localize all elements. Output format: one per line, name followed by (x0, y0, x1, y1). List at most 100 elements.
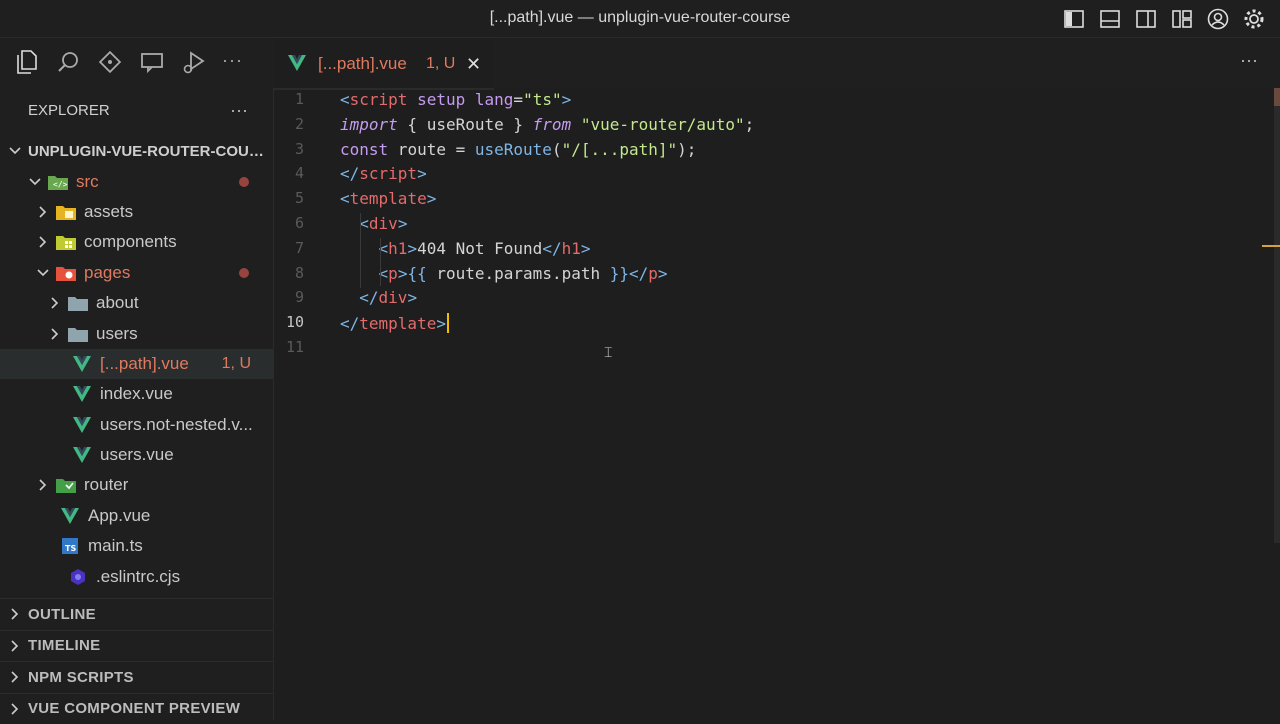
section-title: NPM SCRIPTS (28, 669, 134, 686)
chevron-right-icon (8, 702, 22, 716)
tab-bar: [...path].vue 1, U ✕ ··· (274, 38, 1280, 88)
tree-item-label: pages (84, 263, 130, 283)
code-text: <div> (340, 214, 407, 233)
folder-row[interactable]: about (0, 288, 273, 318)
folder-row[interactable]: pages (0, 258, 273, 288)
section-title: OUTLINE (28, 606, 96, 623)
project-root[interactable]: UNPLUGIN-VUE-ROUTER-COURSE (0, 136, 273, 166)
file-row[interactable]: users.vue (0, 440, 273, 470)
layout-controls (1062, 7, 1266, 31)
file-row[interactable]: users.not-nested.v... (0, 410, 273, 440)
svg-text:TS: TS (65, 544, 76, 553)
source-control-icon[interactable] (96, 48, 124, 76)
indent-guide (360, 213, 361, 288)
toggle-panel-icon[interactable] (1098, 7, 1122, 31)
vue-icon (288, 55, 306, 76)
explorer-more-icon[interactable]: ··· (230, 100, 248, 121)
scrollbar-thumb[interactable] (1274, 88, 1280, 106)
project-name: UNPLUGIN-VUE-ROUTER-COURSE (28, 143, 268, 160)
sidebar-section-vue-component-preview[interactable]: VUE COMPONENT PREVIEW (0, 693, 273, 724)
editor-actions-more-icon[interactable]: ··· (1240, 50, 1258, 71)
file-row[interactable]: TS main.ts (0, 531, 273, 561)
chevron-right-icon (48, 296, 62, 310)
line-number: 10 (274, 313, 304, 331)
chevron-right-icon (48, 327, 62, 341)
remote-explorer-icon[interactable] (138, 48, 166, 76)
line-number: 5 (274, 189, 304, 207)
tree-item-label: components (84, 232, 177, 252)
tab-badge: 1, U (426, 55, 455, 73)
gear-icon[interactable] (1242, 7, 1266, 31)
tree-item-label: main.ts (88, 536, 143, 556)
code-line[interactable]: 3const route = useRoute("/[...path]"); (274, 138, 1264, 163)
modified-dot (239, 177, 249, 187)
code-editor[interactable]: 1 <script setup lang="ts"> 2import { useRo… (274, 88, 1264, 361)
line-number: 9 (274, 288, 304, 306)
tree-item-label: about (96, 293, 139, 313)
chevron-right-icon (36, 235, 50, 249)
chevron-down-icon (8, 144, 22, 158)
chevron-right-icon (8, 670, 22, 684)
file-row[interactable]: App.vue (0, 501, 273, 531)
folder-router-icon (56, 476, 76, 494)
tree-item-label: src (76, 172, 99, 192)
file-row[interactable]: [...path].vue1, U (0, 349, 273, 379)
file-row[interactable]: index.vue (0, 379, 273, 409)
line-number: 7 (274, 239, 304, 257)
line-number: 1 (274, 90, 304, 108)
code-line[interactable]: 11 (274, 336, 1264, 361)
chevron-down-icon (28, 175, 42, 189)
tab-path-vue[interactable]: [...path].vue 1, U ✕ (274, 38, 494, 88)
explorer-sidebar: EXPLORER ··· UNPLUGIN-VUE-ROUTER-COURSE … (0, 88, 274, 720)
file-row[interactable]: .eslintrc.cjs (0, 561, 273, 591)
sidebar-section-outline[interactable]: OUTLINE (0, 598, 273, 630)
indent-guide (380, 238, 381, 286)
folder-assets-icon (56, 203, 76, 221)
code-line[interactable]: 1 <script setup lang="ts"> (274, 88, 1264, 113)
code-line[interactable]: 2import { useRoute } from "vue-router/au… (274, 113, 1264, 138)
tree-item-label: [...path].vue (100, 354, 189, 374)
folder-row[interactable]: assets (0, 197, 273, 227)
folder-row[interactable]: router (0, 470, 273, 500)
line-number: 4 (274, 164, 304, 182)
folder-components-icon (56, 233, 76, 251)
activity-more-icon[interactable]: ··· (222, 50, 243, 71)
code-text: <script setup lang="ts"> (340, 90, 571, 109)
line-number: 8 (274, 264, 304, 282)
account-icon[interactable] (1206, 7, 1230, 31)
sidebar-section-timeline[interactable]: TIMELINE (0, 630, 273, 662)
tree-item-label: index.vue (100, 384, 173, 404)
code-line[interactable]: 10</template> (274, 311, 1264, 336)
customize-layout-icon[interactable] (1170, 7, 1194, 31)
section-title: TIMELINE (28, 637, 100, 654)
sidebar-section-npm-scripts[interactable]: NPM SCRIPTS (0, 661, 273, 693)
folder-row[interactable]: components (0, 227, 273, 257)
vue-icon (72, 446, 92, 464)
code-line[interactable]: 6 <div> (274, 212, 1264, 237)
line-number: 2 (274, 115, 304, 133)
code-line[interactable]: 4</script> (274, 162, 1264, 187)
text-cursor-icon: ⌶ (604, 344, 612, 361)
close-icon[interactable]: ✕ (466, 54, 481, 75)
code-text: <h1>404 Not Found</h1> (340, 239, 590, 258)
vue-icon (72, 385, 92, 403)
run-debug-icon[interactable] (180, 48, 208, 76)
caret (447, 313, 449, 333)
folder-icon (68, 325, 88, 343)
toggle-secondary-sidebar-icon[interactable] (1134, 7, 1158, 31)
code-line[interactable]: 5<template> (274, 187, 1264, 212)
code-line[interactable]: 9 </div> (274, 286, 1264, 311)
folder-row[interactable]: </>src (0, 166, 273, 196)
search-icon[interactable] (54, 48, 82, 76)
files-icon[interactable] (12, 48, 40, 76)
code-line[interactable]: 7 <h1>404 Not Found</h1> (274, 237, 1264, 262)
folder-row[interactable]: users (0, 318, 273, 348)
line-number: 6 (274, 214, 304, 232)
line-number: 11 (274, 338, 304, 356)
code-line[interactable]: 8 <p>{{ route.params.path }}</p> (274, 262, 1264, 287)
tree-item-label: users.vue (100, 445, 174, 465)
tree-item-label: App.vue (88, 506, 150, 526)
scrollbar-track[interactable] (1274, 88, 1280, 543)
chevron-right-icon (8, 639, 22, 653)
toggle-primary-sidebar-icon[interactable] (1062, 7, 1086, 31)
